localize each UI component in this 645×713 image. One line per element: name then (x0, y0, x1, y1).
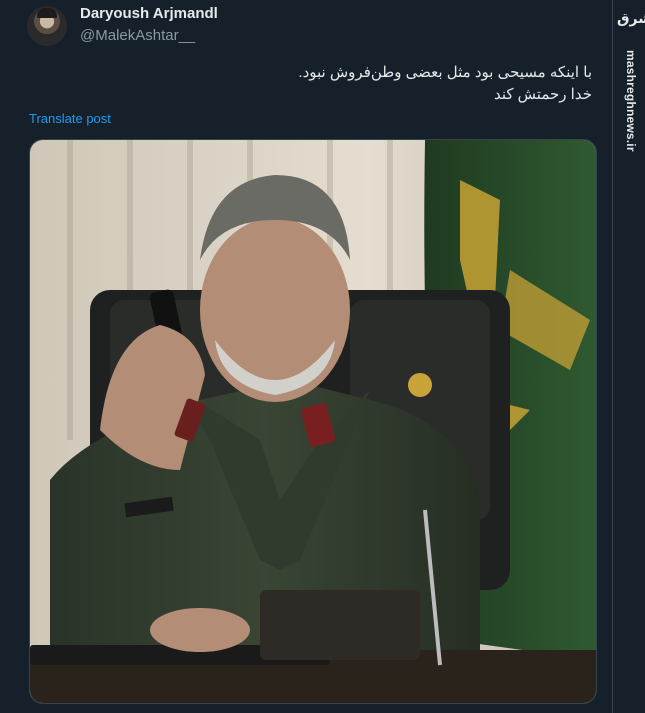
tweet: Daryoush Arjmandl @MalekAshtar__ با اینک… (0, 0, 612, 713)
mashregh-logo: مشرق (617, 11, 645, 27)
author-handle[interactable]: @MalekAshtar__ (80, 27, 195, 44)
photo-illustration (30, 140, 596, 703)
watermark-strip: مشرق mashreghnews.ir (613, 0, 645, 713)
translate-post-link[interactable]: Translate post (29, 111, 111, 126)
watermark-site: mashreghnews.ir (624, 50, 638, 152)
avatar[interactable] (27, 6, 67, 46)
author-name[interactable]: Daryoush Arjmandl (80, 5, 218, 22)
post-image[interactable] (29, 139, 597, 704)
tweet-text: با اینکه مسیحی بود مثل بعضی وطن‌فروش نبو… (52, 62, 592, 106)
tweet-text-line-2: خدا رحمتش کند (493, 86, 592, 103)
tweet-text-line-1: با اینکه مسیحی بود مثل بعضی وطن‌فروش نبو… (298, 64, 592, 81)
